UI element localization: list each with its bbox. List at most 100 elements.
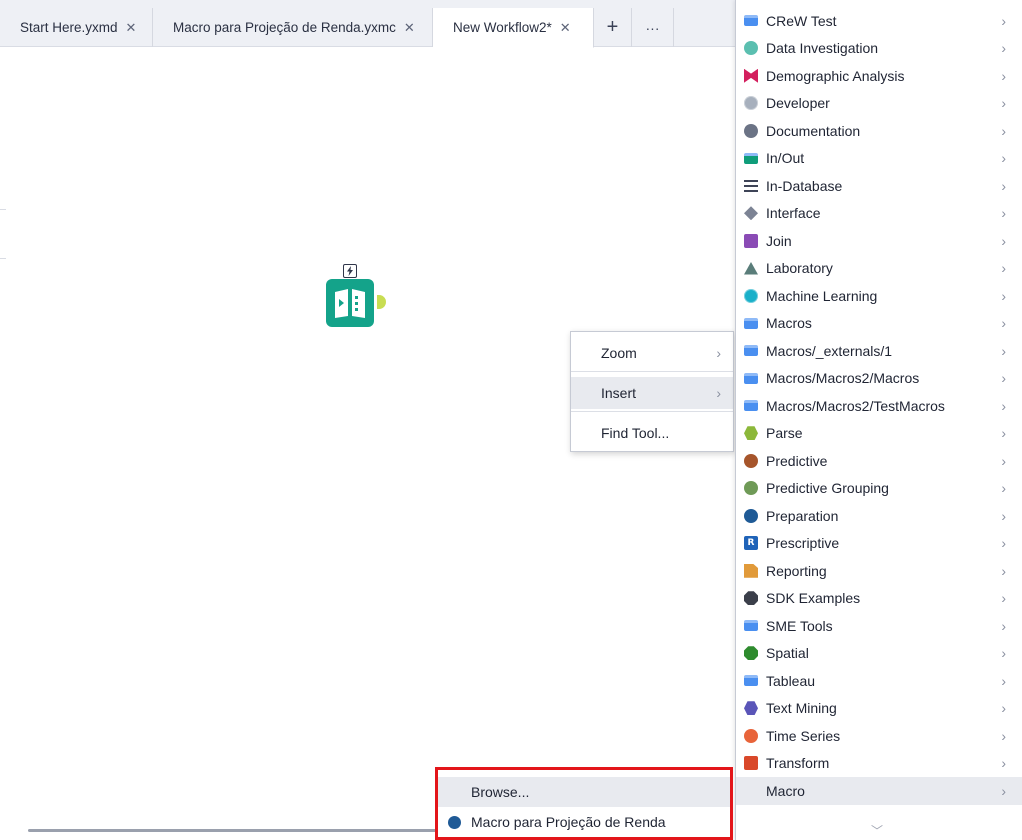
category-item-crew-test[interactable]: CReW Test › (736, 7, 1022, 35)
category-label: In/Out (766, 150, 805, 167)
category-label: Macros/_externals/1 (766, 342, 893, 359)
category-item-spatial[interactable]: Spatial › (736, 640, 1022, 668)
circle-icon (744, 508, 758, 523)
chevron-right-icon: › (1001, 342, 1006, 359)
tab-label: Macro para Projeção de Renda.yxmc (173, 20, 396, 35)
category-item-predictive[interactable]: Predictive › (736, 447, 1022, 475)
category-item-laboratory[interactable]: Laboratory › (736, 255, 1022, 283)
macro-submenu: Browse... Macro para Projeção de Renda (435, 767, 733, 840)
category-item-macros[interactable]: Macros › (736, 310, 1022, 338)
category-item-preparation[interactable]: Preparation › (736, 502, 1022, 530)
triangle-icon (744, 261, 758, 275)
menu-item-label: Find Tool... (601, 425, 670, 441)
category-item-macro[interactable]: Macro › (736, 777, 1022, 805)
category-item-macros-macros2-testmacros[interactable]: Macros/Macros2/TestMacros › (736, 392, 1022, 420)
menu-item-browse[interactable]: Browse... (438, 777, 730, 807)
category-item-tableau[interactable]: Tableau › (736, 667, 1022, 695)
close-icon[interactable]: ✕ (560, 20, 571, 36)
chevron-right-icon: › (1001, 40, 1006, 57)
canvas-divider (0, 258, 6, 259)
menu-item-label: Macro para Projeção de Renda (471, 814, 666, 830)
gear-icon (744, 288, 758, 303)
menu-item-find-tool[interactable]: Find Tool... (571, 417, 733, 449)
scroll-down-icon[interactable]: ﹀ (871, 822, 883, 839)
chevron-right-icon: › (1001, 590, 1006, 607)
chevron-right-icon: › (1001, 67, 1006, 84)
chevron-right-icon: › (1001, 617, 1006, 634)
circle-icon (744, 41, 758, 56)
category-item-machine-learning[interactable]: Machine Learning › (736, 282, 1022, 310)
menu-item-zoom[interactable]: Zoom › (571, 337, 733, 369)
category-item-time-series[interactable]: Time Series › (736, 722, 1022, 750)
tab-start-here[interactable]: Start Here.yxmd ✕ (0, 8, 153, 47)
r-badge-icon (744, 453, 758, 468)
chevron-right-icon: › (1001, 727, 1006, 744)
category-label: Transform (766, 755, 830, 772)
add-tab-button[interactable]: + (594, 8, 632, 47)
category-label: Reporting (766, 562, 827, 579)
category-item-in-out[interactable]: In/Out › (736, 145, 1022, 173)
category-item-demographic-analysis[interactable]: Demographic Analysis › (736, 62, 1022, 90)
category-item-text-mining[interactable]: Text Mining › (736, 695, 1022, 723)
category-label: SDK Examples (766, 590, 861, 607)
category-label: Macros (766, 315, 812, 332)
octagon-icon (744, 646, 758, 661)
tab-macro-projecao[interactable]: Macro para Projeção de Renda.yxmc ✕ (153, 8, 433, 47)
category-item-sme-tools[interactable]: SME Tools › (736, 612, 1022, 640)
folder-icon (744, 400, 758, 412)
menu-divider (571, 371, 733, 372)
folder-icon (744, 317, 758, 329)
category-item-sdk-examples[interactable]: SDK Examples › (736, 585, 1022, 613)
category-item-in-database[interactable]: In-Database › (736, 172, 1022, 200)
chevron-right-icon: › (1001, 370, 1006, 387)
category-item-join[interactable]: Join › (736, 227, 1022, 255)
category-label: Parse (766, 425, 803, 442)
macro-input-tool-icon[interactable] (326, 279, 374, 327)
chevron-right-icon: › (1001, 260, 1006, 277)
chevron-right-icon: › (1001, 480, 1006, 497)
category-item-macros-externals-1[interactable]: Macros/_externals/1 › (736, 337, 1022, 365)
chevron-right-icon: › (1001, 425, 1006, 442)
folder-icon (744, 675, 758, 687)
chevron-right-icon: › (1001, 397, 1006, 414)
category-label: Laboratory (766, 260, 833, 277)
chevron-right-icon: › (1001, 150, 1006, 167)
chevron-right-icon: › (716, 385, 721, 401)
category-label: Data Investigation (766, 40, 879, 57)
category-item-parse[interactable]: Parse › (736, 420, 1022, 448)
category-item-data-investigation[interactable]: Data Investigation › (736, 35, 1022, 63)
category-item-prescriptive[interactable]: R Prescriptive › (736, 530, 1022, 558)
category-item-reporting[interactable]: Reporting › (736, 557, 1022, 585)
square-icon (744, 756, 758, 771)
category-label: Macro (766, 782, 805, 799)
category-item-predictive-grouping[interactable]: Predictive Grouping › (736, 475, 1022, 503)
r-badge-icon (744, 481, 758, 496)
category-label: Interface (766, 205, 821, 222)
chevron-right-icon: › (1001, 507, 1006, 524)
more-tabs-button[interactable]: ··· (632, 8, 674, 47)
tab-new-workflow2[interactable]: New Workflow2* ✕ (433, 8, 594, 48)
close-icon[interactable]: ✕ (404, 20, 415, 36)
category-item-developer[interactable]: Developer › (736, 90, 1022, 118)
tab-bar: Start Here.yxmd ✕ Macro para Projeção de… (0, 0, 736, 48)
octagon-icon (744, 591, 758, 606)
category-label: Prescriptive (766, 535, 840, 552)
menu-item-macro-projecao[interactable]: Macro para Projeção de Renda (438, 807, 730, 837)
r-circle-icon (744, 728, 758, 743)
lines-icon (744, 179, 758, 192)
category-item-interface[interactable]: Interface › (736, 200, 1022, 228)
square-icon (744, 233, 758, 248)
menu-item-label: Browse... (471, 784, 530, 800)
folder-icon (744, 345, 758, 357)
horizontal-scrollbar[interactable] (28, 829, 438, 832)
category-item-macros-macros2-macros[interactable]: Macros/Macros2/Macros › (736, 365, 1022, 393)
category-label: Time Series (766, 727, 841, 744)
category-label: Spatial (766, 645, 809, 662)
category-item-documentation[interactable]: Documentation › (736, 117, 1022, 145)
chevron-right-icon: › (1001, 122, 1006, 139)
menu-item-insert[interactable]: Insert › (571, 377, 733, 409)
close-icon[interactable]: ✕ (126, 20, 137, 36)
category-label: Join (766, 232, 792, 249)
document-icon (744, 563, 758, 578)
category-item-transform[interactable]: Transform › (736, 750, 1022, 778)
